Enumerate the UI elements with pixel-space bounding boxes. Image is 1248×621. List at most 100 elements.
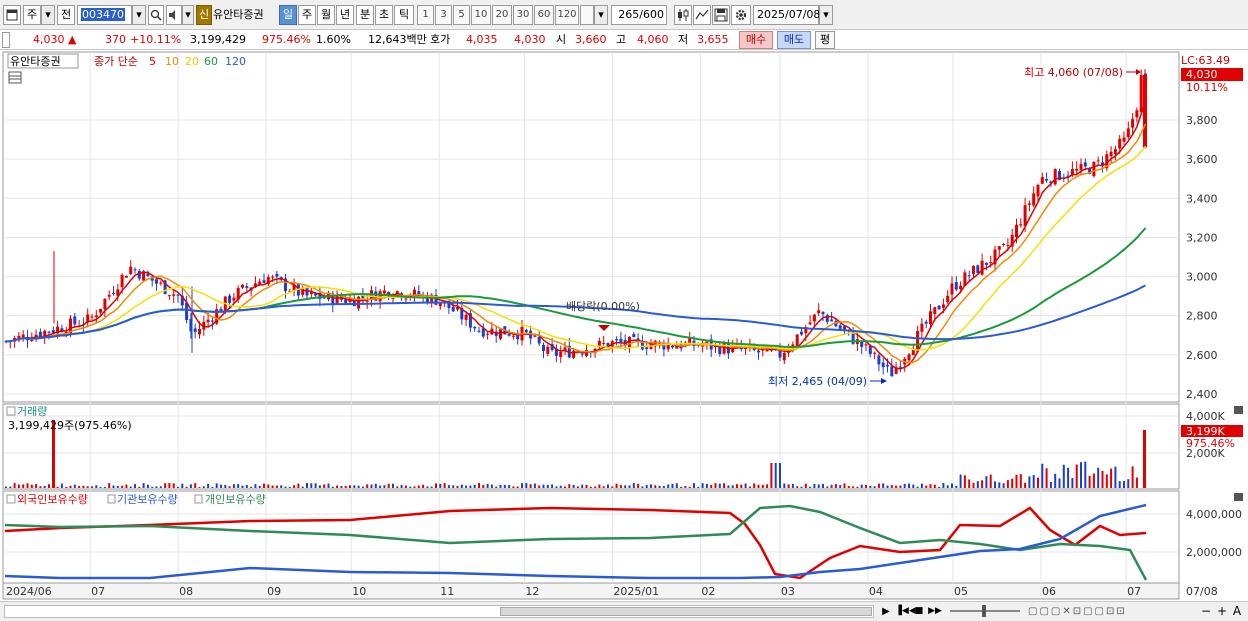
tab-minute[interactable]: 분 — [356, 5, 374, 25]
buy-button[interactable]: 매수 — [739, 31, 773, 49]
candle-style-icon[interactable] — [674, 5, 692, 25]
volume-bar — [374, 483, 377, 488]
candle-body — [1139, 74, 1143, 113]
window-menu-icon[interactable] — [3, 5, 21, 25]
volume-panel-toggle[interactable] — [6, 406, 16, 416]
x-tick-label: 2025/01 — [613, 585, 659, 598]
quote-toggle-icon[interactable] — [2, 32, 10, 48]
interval-30[interactable]: 30 — [513, 5, 533, 25]
volume-bar — [452, 485, 455, 488]
interval-120[interactable]: 120 — [555, 5, 579, 25]
tab-tick[interactable]: 틱 — [394, 5, 414, 25]
candle-body — [671, 345, 674, 348]
chart-scrollbar-thumb[interactable] — [500, 607, 872, 616]
zoom-slider-handle[interactable] — [982, 605, 986, 617]
volume-bar — [903, 483, 906, 488]
volume-bar — [968, 479, 971, 488]
stock-code-input[interactable]: 003470 — [77, 5, 132, 25]
volume-bar — [727, 485, 730, 488]
stock-chart-svg[interactable]: 유안타증권 종가 단순 5 10 20 60 120 LC:63.49 4,03… — [0, 50, 1248, 601]
search-icon[interactable] — [148, 5, 164, 25]
code-dropdown-icon[interactable]: ▾ — [132, 5, 146, 25]
tab-year[interactable]: 년 — [336, 5, 354, 25]
holdings-panel-toggle[interactable] — [6, 494, 16, 504]
volume-bar — [779, 463, 781, 488]
x-tick-label: 03 — [781, 585, 795, 598]
candle-body — [924, 321, 928, 324]
draw-tool-icon[interactable] — [693, 5, 711, 25]
volume-bar — [619, 485, 622, 488]
interval-5[interactable]: 5 — [453, 5, 470, 25]
interval-dropdown-icon[interactable]: ▾ — [594, 5, 608, 25]
chart-area[interactable]: 유안타증권 종가 단순 5 10 20 60 120 LC:63.49 4,03… — [0, 50, 1248, 601]
volume-bar — [1006, 480, 1009, 488]
candle-body — [499, 329, 502, 339]
drawing-tools-icons[interactable]: ▢▢▢✕⊡▢▢⊡⊡ — [1028, 605, 1168, 618]
chevron-down-icon[interactable]: ▾ — [41, 5, 55, 25]
open-price: 3,660 — [575, 33, 607, 46]
gear-icon[interactable] — [731, 5, 751, 25]
individual-toggle[interactable] — [194, 494, 203, 504]
zoom-out-icon[interactable]: − — [1200, 604, 1212, 619]
candle-body — [817, 310, 821, 314]
chart-scrollbar-track[interactable] — [4, 605, 874, 618]
volume-bar — [925, 485, 928, 488]
volume-bar — [211, 486, 214, 488]
sell-button[interactable]: 매도 — [777, 31, 811, 49]
hoga-label: 호가 — [430, 33, 451, 46]
prev-button[interactable]: 전 — [57, 5, 75, 25]
zoom-in-icon[interactable]: + — [1216, 604, 1228, 619]
volume-bar — [981, 480, 984, 488]
tab-month[interactable]: 월 — [317, 5, 335, 25]
institution-toggle[interactable] — [107, 494, 116, 504]
tab-second[interactable]: 초 — [375, 5, 393, 25]
volume-bar — [641, 486, 644, 488]
interval-60[interactable]: 60 — [534, 5, 554, 25]
interval-custom[interactable] — [580, 5, 594, 25]
auto-scale-icon[interactable]: A — [1231, 604, 1243, 619]
candle-body — [976, 265, 980, 274]
candle-body — [228, 295, 232, 303]
interval-3[interactable]: 3 — [435, 5, 452, 25]
speaker-dropdown-icon[interactable]: ▾ — [182, 5, 194, 25]
last-icon[interactable]: ▶▶ — [928, 605, 942, 618]
stop-icon[interactable]: ■ — [913, 605, 925, 618]
tab-week[interactable]: 주 — [298, 5, 316, 25]
candle-body — [90, 316, 94, 318]
volume-bar — [155, 486, 158, 488]
volume-bar — [1032, 475, 1035, 488]
candle-body — [830, 319, 834, 322]
first-icon[interactable]: ▐◀◀ — [895, 605, 916, 618]
interval-1[interactable]: 1 — [417, 5, 434, 25]
date-field[interactable]: 2025/07/08 — [753, 5, 820, 25]
candle-body — [30, 339, 34, 341]
candle-body — [473, 326, 477, 329]
save-icon[interactable] — [712, 5, 730, 25]
volume-bar — [538, 485, 541, 488]
candle-body — [800, 331, 803, 335]
scroll-right-icon[interactable]: ▶ — [880, 605, 892, 618]
volume-bar — [473, 484, 476, 488]
count-field[interactable]: 265/600 — [611, 5, 667, 25]
table-view-icon[interactable] — [8, 71, 22, 84]
volume-bar — [912, 484, 915, 488]
interval-20[interactable]: 20 — [492, 5, 512, 25]
tab-day[interactable]: 일 — [279, 5, 297, 25]
holdings-panel-close-icon[interactable] — [1234, 493, 1243, 501]
volume-panel-close-icon[interactable] — [1234, 406, 1243, 414]
volume-bar — [56, 486, 59, 488]
period-main-select[interactable]: 주 — [23, 5, 41, 25]
candle-body — [782, 353, 786, 361]
candle-body — [907, 354, 911, 361]
interval-10[interactable]: 10 — [471, 5, 491, 25]
volume-bar — [551, 484, 554, 488]
candle-body — [542, 344, 545, 351]
foreign-holdings-label: 외국인보유수량 — [17, 493, 88, 506]
volume-bar — [99, 486, 102, 488]
calendar-dropdown-icon[interactable]: ▾ — [819, 5, 833, 25]
eval-button[interactable]: 평 — [815, 31, 835, 49]
speaker-icon[interactable] — [166, 5, 182, 25]
candle-body — [989, 262, 993, 264]
volume-bar — [1062, 464, 1065, 488]
candle-body — [107, 294, 111, 297]
